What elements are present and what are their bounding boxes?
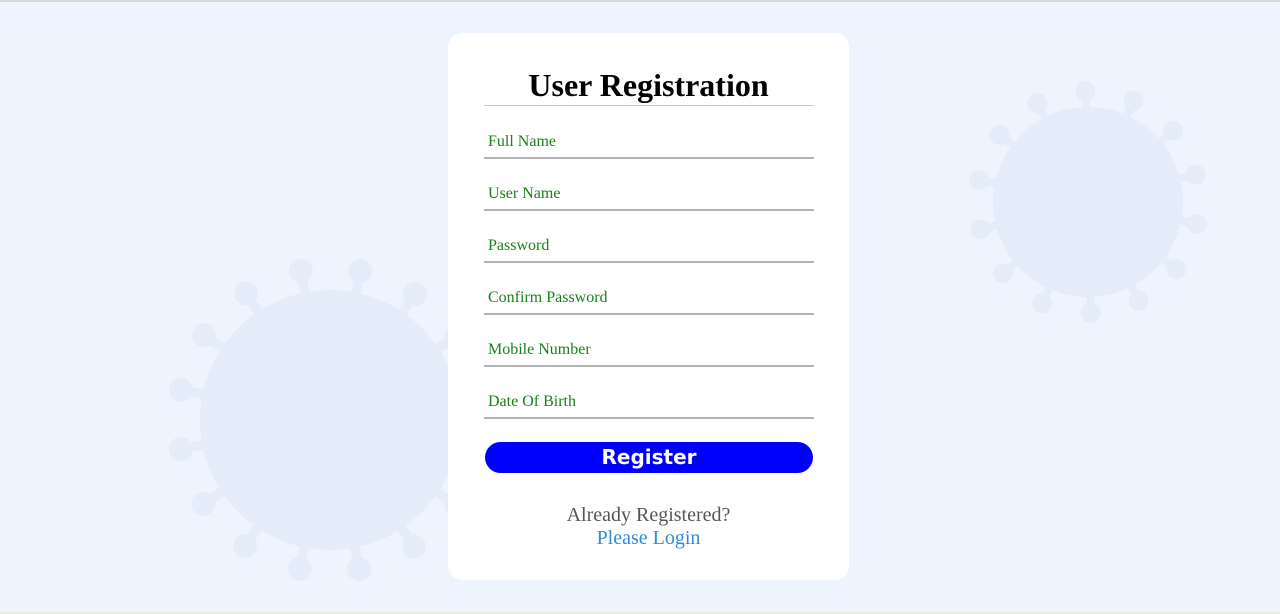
date-of-birth-field[interactable] [484,387,814,419]
already-registered-text: Already Registered? [566,504,731,526]
please-login-link[interactable]: Please Login [448,527,849,550]
mobile-number-field[interactable] [484,335,814,367]
window-top-border [0,0,1280,2]
page-title: User Registration [528,67,769,103]
full-name-field[interactable] [484,127,814,159]
confirm-password-field[interactable] [484,283,814,315]
user-name-field[interactable] [484,179,814,211]
password-field[interactable] [484,231,814,263]
title-divider [484,105,814,106]
registration-card: User Registration Register Already Regis… [448,33,849,580]
register-button[interactable]: Register [485,442,813,473]
virus-icon [969,81,1207,323]
